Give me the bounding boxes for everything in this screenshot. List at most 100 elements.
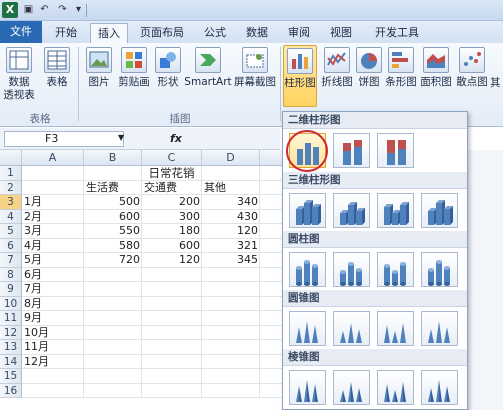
cell-other[interactable]	[202, 297, 260, 312]
tab-page-layout[interactable]: 页面布局	[132, 23, 192, 43]
row-header-15[interactable]: 15	[0, 369, 22, 384]
name-box-dropdown-icon[interactable]: ▼	[118, 133, 124, 142]
chart-subtype-thumbnail[interactable]	[421, 193, 458, 228]
row-header-3[interactable]: 3	[0, 195, 22, 210]
cell-transport[interactable]: 200	[142, 195, 202, 210]
tab-view[interactable]: 视图	[322, 23, 360, 43]
shapes-button[interactable]: 形状	[154, 47, 182, 89]
grid-cell[interactable]	[260, 239, 282, 253]
cell-living[interactable]	[84, 311, 142, 326]
chart-subtype-thumbnail[interactable]	[333, 193, 370, 228]
tab-review[interactable]: 审阅	[280, 23, 318, 43]
chart-subtype-thumbnail[interactable]	[421, 370, 458, 405]
line-chart-button[interactable]: 折线图	[320, 47, 354, 89]
row-header-7[interactable]: 7	[0, 253, 22, 268]
select-all-corner[interactable]	[0, 150, 22, 166]
grid-cell[interactable]	[260, 311, 282, 326]
cell-month[interactable]: 8月	[22, 297, 84, 312]
sheet-title-cell[interactable]: 日常花销	[84, 166, 259, 181]
cell-month[interactable]: 7月	[22, 282, 84, 297]
chart-subtype-thumbnail[interactable]	[377, 193, 414, 228]
grid-cell[interactable]	[260, 384, 282, 398]
cell-transport[interactable]	[142, 311, 202, 326]
cell-month[interactable]: 10月	[22, 326, 84, 341]
grid-cell[interactable]	[142, 383, 202, 398]
chart-subtype-thumbnail[interactable]	[377, 370, 414, 405]
chart-subtype-thumbnail[interactable]	[421, 252, 458, 287]
chart-subtype-thumbnail[interactable]	[289, 193, 326, 228]
cell-other[interactable]: 340	[202, 195, 260, 210]
grid-cell[interactable]	[22, 180, 84, 195]
picture-button[interactable]: 图片	[84, 47, 114, 89]
row-header-4[interactable]: 4	[0, 209, 22, 224]
cell-transport[interactable]	[142, 282, 202, 297]
grid-cell[interactable]	[260, 297, 282, 311]
cell-living[interactable]	[84, 340, 142, 355]
grid-cell[interactable]	[260, 355, 282, 369]
cell-transport[interactable]	[142, 268, 202, 283]
grid-cell[interactable]	[22, 166, 84, 181]
cell-transport[interactable]	[142, 340, 202, 355]
column-title-cell[interactable]: 其他	[202, 181, 260, 196]
screenshot-button[interactable]: 屏幕截图	[233, 47, 277, 89]
redo-icon[interactable]: ↷	[56, 4, 69, 16]
grid-cell[interactable]	[260, 268, 282, 282]
row-header-1[interactable]: 1	[0, 166, 22, 181]
chart-subtype-thumbnail[interactable]	[289, 370, 326, 405]
cell-living[interactable]	[84, 282, 142, 297]
cell-other[interactable]	[202, 282, 260, 297]
column-chart-button[interactable]: 柱形图	[283, 45, 317, 107]
grid-cell[interactable]	[260, 224, 282, 239]
cell-living[interactable]	[84, 268, 142, 283]
tab-insert[interactable]: 插入	[90, 23, 128, 43]
cell-month[interactable]: 4月	[22, 239, 84, 254]
customize-icon[interactable]: ▾	[72, 4, 85, 16]
chart-subtype-thumbnail[interactable]	[289, 252, 326, 287]
row-header-6[interactable]: 6	[0, 238, 22, 253]
cell-living[interactable]	[84, 355, 142, 370]
row-header-5[interactable]: 5	[0, 224, 22, 239]
cell-transport[interactable]: 120	[142, 253, 202, 268]
grid-cell[interactable]	[22, 383, 84, 398]
chart-subtype-thumbnail[interactable]	[333, 370, 370, 405]
cell-other[interactable]: 120	[202, 224, 260, 239]
worksheet[interactable]: A B C D 1 2 3 4 5 6 7 8 9 10 11 12 13 14 15 16 生活费 交通费 其他 1…	[0, 150, 282, 410]
cell-living[interactable]: 580	[84, 239, 142, 254]
cell-other[interactable]	[202, 326, 260, 341]
cell-transport[interactable]: 180	[142, 224, 202, 239]
tab-file[interactable]: 文件	[0, 21, 42, 43]
row-header-9[interactable]: 9	[0, 282, 22, 297]
cell-transport[interactable]	[142, 355, 202, 370]
table-button[interactable]: 表格	[42, 47, 72, 89]
column-header-b[interactable]: B	[84, 150, 142, 166]
row-header-13[interactable]: 13	[0, 340, 22, 355]
chart-subtype-thumbnail[interactable]	[377, 252, 414, 287]
column-header-e[interactable]	[260, 150, 282, 166]
grid-cell[interactable]	[142, 369, 202, 384]
cell-transport[interactable]	[142, 297, 202, 312]
grid-cell[interactable]	[260, 181, 282, 195]
chart-subtype-thumbnail[interactable]	[289, 311, 326, 346]
row-header-12[interactable]: 12	[0, 325, 22, 340]
cell-month[interactable]: 9月	[22, 311, 84, 326]
cell-month[interactable]: 12月	[22, 355, 84, 370]
tab-data[interactable]: 数据	[238, 23, 276, 43]
row-header-10[interactable]: 10	[0, 296, 22, 311]
chart-subtype-thumbnail[interactable]	[377, 133, 414, 168]
grid-cell[interactable]	[260, 210, 282, 224]
smartart-button[interactable]: SmartArt	[184, 47, 232, 89]
grid-cell[interactable]	[260, 369, 282, 384]
column-title-cell[interactable]: 生活费	[84, 181, 142, 196]
cell-other[interactable]	[202, 340, 260, 355]
chart-subtype-thumbnail[interactable]	[421, 311, 458, 346]
row-header-8[interactable]: 8	[0, 267, 22, 282]
cell-other[interactable]: 430	[202, 210, 260, 225]
cell-month[interactable]: 6月	[22, 268, 84, 283]
cell-month[interactable]: 5月	[22, 253, 84, 268]
chart-subtype-thumbnail[interactable]	[333, 133, 370, 168]
cell-month[interactable]: 1月	[22, 195, 84, 210]
chart-subtype-thumbnail[interactable]	[333, 252, 370, 287]
pivot-table-button[interactable]: 数据 透视表	[2, 47, 36, 102]
column-header-c[interactable]: C	[142, 150, 202, 166]
grid-cell[interactable]	[260, 253, 282, 268]
